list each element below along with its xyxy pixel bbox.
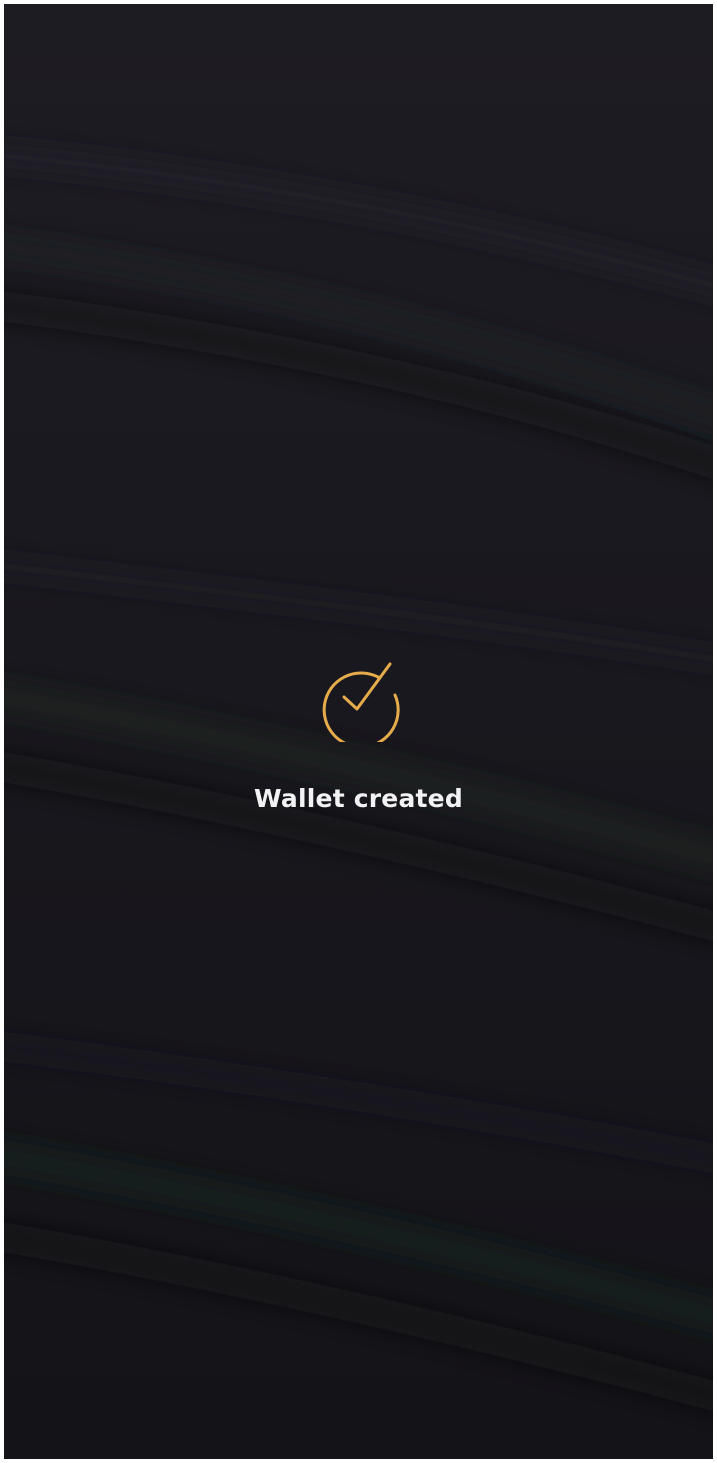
check-circle-icon — [322, 662, 400, 742]
status-panel: Wallet created — [4, 656, 713, 814]
app-screen: Wallet created — [4, 4, 713, 1459]
status-title: Wallet created — [254, 784, 463, 813]
